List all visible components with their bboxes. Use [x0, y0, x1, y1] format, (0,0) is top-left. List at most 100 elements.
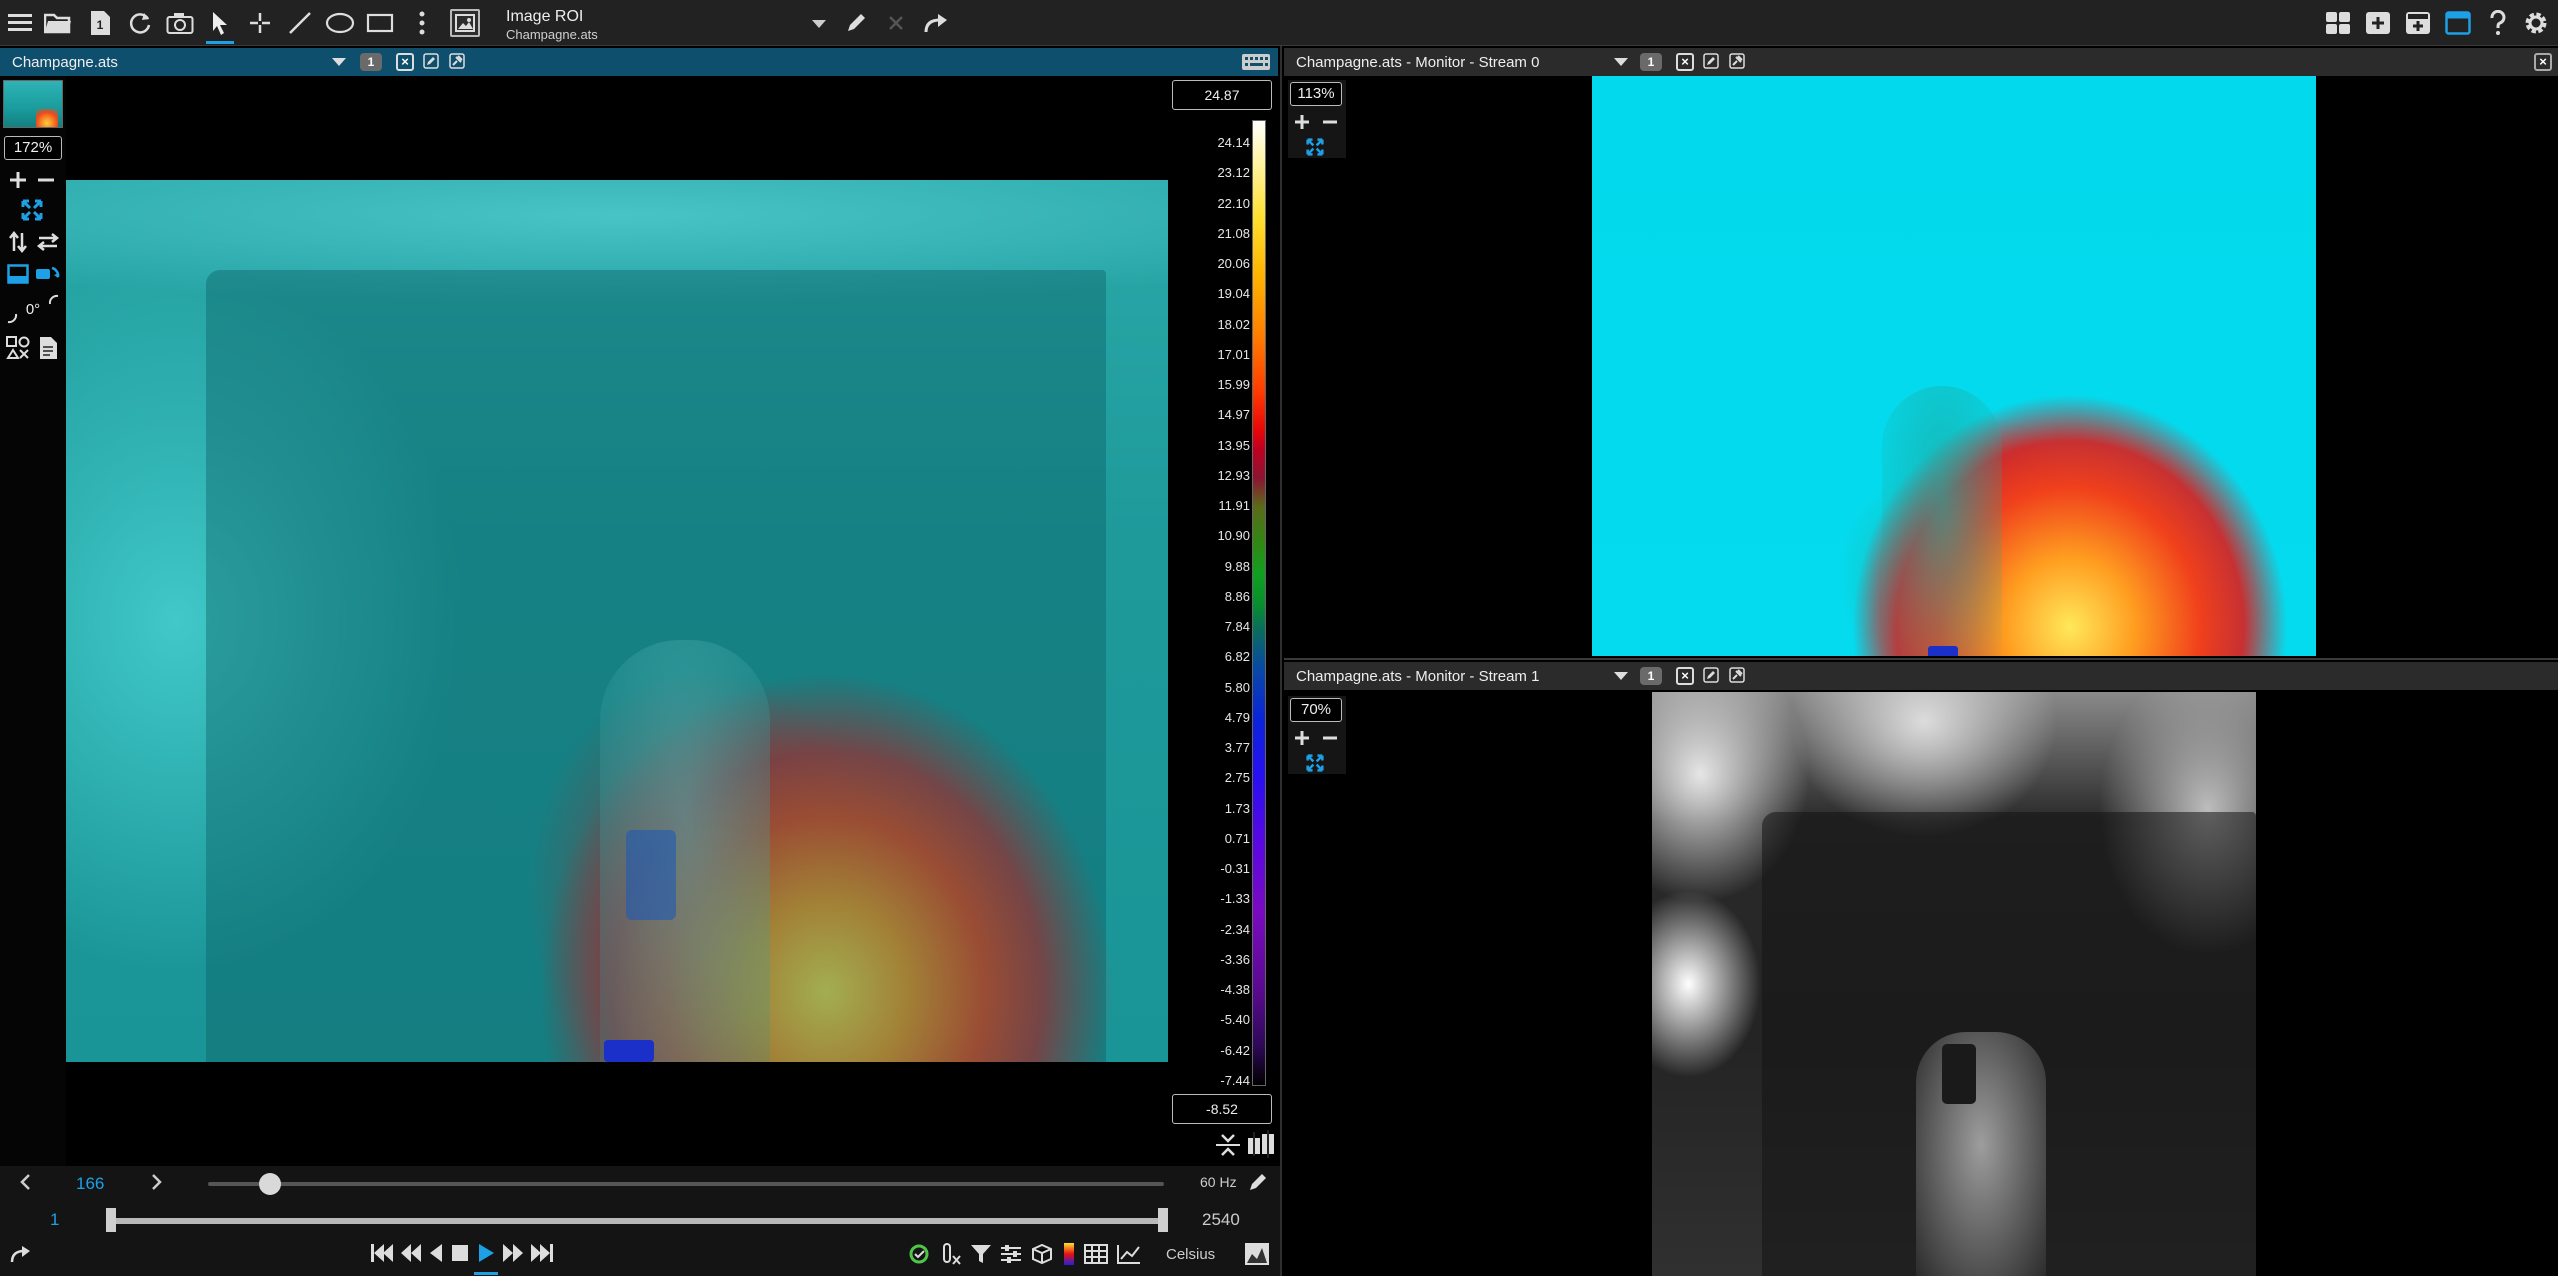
svg-text:1: 1: [97, 18, 104, 32]
close-panel-icon[interactable]: ×: [1676, 53, 1694, 71]
palette-icon[interactable]: [1062, 1242, 1076, 1266]
next-frame-icon[interactable]: [150, 1172, 164, 1197]
overlay-toggle-icon[interactable]: [4, 260, 32, 288]
monitor-divider[interactable]: [1284, 658, 2558, 660]
fast-forward-icon[interactable]: [502, 1242, 524, 1264]
fit-to-window-icon[interactable]: [1306, 138, 1324, 161]
fit-to-window-icon[interactable]: [1306, 754, 1324, 777]
probe-icon[interactable]: [940, 1242, 962, 1266]
pencil-icon[interactable]: [838, 5, 874, 41]
monitor0-image[interactable]: [1592, 76, 2316, 656]
shapes-icon[interactable]: [4, 334, 32, 362]
range-end-handle[interactable]: [1158, 1208, 1168, 1232]
fit-to-window-icon[interactable]: [18, 196, 46, 224]
close-window-icon[interactable]: ×: [2534, 53, 2552, 71]
colorbar-tick-label: 24.14: [1217, 135, 1250, 150]
keyboard-icon[interactable]: [1242, 54, 1270, 75]
chevron-down-icon[interactable]: [1614, 672, 1628, 680]
file-badge-icon[interactable]: 1: [82, 5, 118, 41]
rectangle-tool-icon[interactable]: [362, 5, 398, 41]
flip-vertical-icon[interactable]: [4, 228, 32, 256]
close-panel-icon[interactable]: ×: [1676, 667, 1694, 685]
document-icon[interactable]: [34, 334, 62, 362]
zoom-out-icon[interactable]: [1322, 114, 1338, 135]
filter-icon[interactable]: [970, 1243, 992, 1265]
sync-views-icon[interactable]: [34, 260, 62, 288]
redo-icon[interactable]: [918, 5, 954, 41]
3d-view-icon[interactable]: [1030, 1243, 1054, 1265]
stop-icon[interactable]: [450, 1242, 470, 1264]
edit-icon[interactable]: [1702, 53, 1720, 71]
pin-icon[interactable]: [1728, 53, 1746, 71]
previous-frame-icon[interactable]: [18, 1172, 32, 1197]
table-icon[interactable]: [1084, 1243, 1108, 1265]
chevron-down-icon[interactable]: [1614, 58, 1628, 66]
rotation-value: 0°: [25, 300, 41, 318]
select-pointer-icon[interactable]: [202, 5, 238, 44]
ellipse-tool-icon[interactable]: [322, 5, 358, 41]
refresh-icon[interactable]: [122, 5, 158, 41]
share-icon[interactable]: [10, 1244, 32, 1269]
chart-area-icon[interactable]: [1244, 1242, 1270, 1271]
adjustments-icon[interactable]: [1000, 1243, 1022, 1265]
line-tool-icon[interactable]: [282, 5, 318, 41]
help-icon[interactable]: [2480, 5, 2516, 41]
zoom-out-icon[interactable]: [1322, 730, 1338, 751]
zoom-in-icon[interactable]: [1294, 114, 1310, 135]
flip-horizontal-icon[interactable]: [34, 228, 62, 256]
main-zoom-field[interactable]: 172%: [4, 136, 62, 160]
step-back-icon[interactable]: [428, 1242, 444, 1264]
range-slider-track[interactable]: [110, 1218, 1164, 1224]
window-layout-icon[interactable]: [2440, 5, 2476, 41]
monitor1-image[interactable]: [1652, 692, 2256, 1276]
menu-icon[interactable]: [2, 5, 38, 41]
plot-icon[interactable]: [1116, 1243, 1142, 1265]
rotation-control[interactable]: 0°: [4, 294, 62, 324]
add-panel-icon[interactable]: [2360, 5, 2396, 41]
colorbar-max-field[interactable]: 24.87: [1172, 80, 1272, 110]
chevron-down-icon[interactable]: [332, 58, 346, 66]
pin-icon[interactable]: [448, 53, 466, 71]
delete-icon[interactable]: [878, 5, 914, 41]
fast-rewind-icon[interactable]: [400, 1242, 422, 1264]
range-end-field[interactable]: 2540: [1202, 1210, 1240, 1230]
edit-icon[interactable]: [1702, 667, 1720, 685]
monitor0-zoom-field[interactable]: 113%: [1290, 82, 1342, 106]
chevron-down-icon[interactable]: [812, 20, 826, 28]
frame-slider-knob[interactable]: [259, 1173, 282, 1195]
frame-slider-track[interactable]: [208, 1182, 1164, 1186]
grid-layout-icon[interactable]: [2320, 5, 2356, 41]
radiometric-toggle-icon[interactable]: [908, 1243, 932, 1265]
settings-gear-icon[interactable]: [2518, 5, 2554, 41]
thumbnail-preview[interactable]: [3, 80, 63, 128]
monitor1-zoom-field[interactable]: 70%: [1290, 698, 1342, 722]
colorbar-tick-label: 2.75: [1224, 770, 1250, 786]
range-adjust-icon[interactable]: [1246, 1130, 1276, 1163]
close-panel-icon[interactable]: ×: [396, 53, 414, 71]
panel-divider[interactable]: [1280, 46, 1282, 1276]
pencil-icon[interactable]: [1248, 1172, 1268, 1197]
zoom-out-icon[interactable]: [34, 168, 58, 192]
skip-to-end-icon[interactable]: [530, 1242, 554, 1264]
edit-icon[interactable]: [422, 53, 440, 71]
open-folder-icon[interactable]: [40, 5, 76, 41]
temperature-units[interactable]: Celsius: [1166, 1246, 1215, 1263]
add-split-panel-icon[interactable]: [2400, 5, 2436, 41]
pin-icon[interactable]: [1728, 667, 1746, 685]
zoom-in-icon[interactable]: [6, 168, 30, 192]
range-start-handle[interactable]: [106, 1208, 116, 1232]
play-icon[interactable]: [476, 1242, 496, 1264]
main-thermal-image[interactable]: [66, 180, 1168, 1062]
monitor1-title: Champagne.ats - Monitor - Stream 1: [1296, 668, 1540, 685]
more-options-icon[interactable]: [404, 5, 440, 41]
current-frame-field[interactable]: 166: [76, 1174, 104, 1194]
point-tool-icon[interactable]: [242, 5, 278, 41]
play-button[interactable]: [474, 1242, 498, 1275]
skip-to-start-icon[interactable]: [370, 1242, 394, 1264]
camera-icon[interactable]: [162, 5, 198, 41]
auto-range-icon[interactable]: [1214, 1132, 1242, 1163]
zoom-in-icon[interactable]: [1294, 730, 1310, 751]
roi-selector[interactable]: Image ROI Champagne.ats: [446, 4, 836, 42]
colorbar-min-field[interactable]: -8.52: [1172, 1094, 1272, 1124]
range-start-field[interactable]: 1: [50, 1210, 59, 1230]
